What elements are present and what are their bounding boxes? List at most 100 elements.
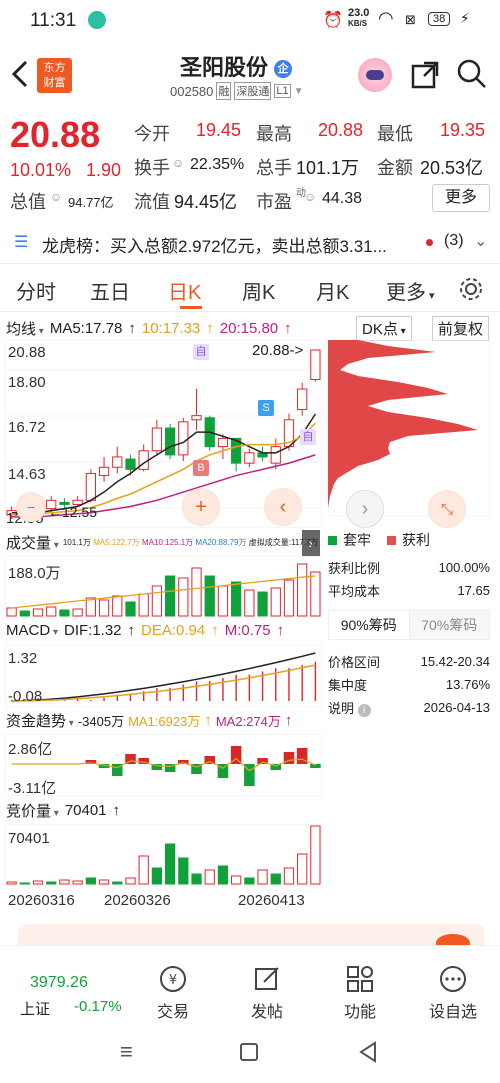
- battery-icon: 38: [428, 12, 451, 26]
- settings-gear-icon[interactable]: [458, 276, 484, 302]
- bid-bar: [59, 879, 70, 885]
- menu-icon[interactable]: ≡: [120, 1039, 133, 1065]
- chip-70-tab[interactable]: 70%筹码: [409, 611, 489, 639]
- promo-strip[interactable]: [18, 924, 484, 946]
- eastmoney-logo: 东方 财富: [37, 58, 72, 93]
- ma10-value: 10:17.33: [141, 320, 201, 337]
- candle: [85, 472, 96, 501]
- volume-bar: [32, 608, 44, 617]
- info-icon[interactable]: ☺: [50, 190, 62, 204]
- level-tag: L1: [274, 84, 291, 98]
- zoom-in-button[interactable]: +: [182, 488, 220, 526]
- low-value: 19.35: [440, 120, 486, 140]
- candle: [151, 427, 163, 452]
- bid-bar: [125, 877, 136, 885]
- self-select-badge[interactable]: 自: [300, 429, 316, 445]
- trade-button[interactable]: ¥ 交易: [138, 954, 208, 1022]
- volume-bar: [112, 595, 123, 617]
- macd-chart[interactable]: [5, 645, 322, 707]
- info-icon[interactable]: ☺: [304, 190, 316, 204]
- alert-dot: [426, 239, 433, 246]
- active-tab-indicator: [180, 306, 202, 309]
- dk-point-button[interactable]: DK点 ▾: [356, 316, 412, 341]
- tab-intraday[interactable]: 分时: [16, 276, 56, 305]
- scroll-left-button[interactable]: ‹: [264, 488, 302, 526]
- index-name[interactable]: 上证: [20, 998, 50, 1019]
- bid-bar: [32, 880, 44, 885]
- home-icon[interactable]: [240, 1043, 258, 1061]
- volume-bar: [85, 597, 96, 617]
- volume-selector[interactable]: 成交量 ▾: [6, 532, 59, 553]
- fund-y-min: -3.11亿: [8, 780, 57, 797]
- expand-icon[interactable]: ⤡: [428, 490, 466, 528]
- tab-five-day[interactable]: 五日: [90, 276, 130, 305]
- zoom-out-button[interactable]: −: [16, 492, 46, 522]
- volume-bar: [257, 591, 268, 617]
- float-label: 流值: [134, 192, 170, 212]
- chevron-down-icon[interactable]: ▼: [294, 86, 304, 97]
- bid-bar: [19, 882, 30, 885]
- avg-cost-value: 17.65: [457, 583, 490, 598]
- fund-y-max: 2.86亿: [8, 741, 53, 758]
- back-arrow-icon[interactable]: [8, 58, 32, 90]
- ai-assistant-avatar[interactable]: [358, 58, 392, 92]
- svg-text:¥: ¥: [169, 973, 177, 988]
- mute-icon: ⊠: [405, 12, 416, 27]
- dragon-tiger-banner[interactable]: ☰ 龙虎榜：买入总额2.972亿元，卖出总额3.31... (3) ⌄: [0, 222, 500, 264]
- volume-bar: [217, 585, 229, 617]
- chevron-down-icon[interactable]: ⌄: [474, 231, 487, 251]
- tab-more[interactable]: 更多 ▾: [386, 276, 435, 305]
- functions-button[interactable]: 功能: [325, 954, 395, 1022]
- enterprise-badge: 企: [274, 60, 293, 79]
- chip-profile: [328, 340, 478, 516]
- info-icon[interactable]: i: [357, 704, 371, 717]
- chip-90-tab[interactable]: 90%筹码: [329, 611, 410, 639]
- tab-monthly-k[interactable]: 月K: [316, 276, 349, 305]
- x-axis-date: 20260326: [104, 892, 171, 909]
- ma5-value: MA5:17.78: [49, 320, 123, 337]
- bid-volume-chart[interactable]: [5, 824, 322, 886]
- fund-value: -3405万: [77, 714, 125, 729]
- bid-bar: [98, 879, 110, 885]
- stock-code: 002580: [170, 83, 214, 99]
- back-icon[interactable]: [358, 1041, 378, 1063]
- bid-bar: [217, 865, 229, 885]
- search-icon[interactable]: [456, 58, 488, 90]
- sell-signal-badge[interactable]: S: [258, 400, 274, 416]
- candle: [125, 458, 136, 470]
- volume-bar: [125, 601, 136, 617]
- chip-next-button[interactable]: ›: [346, 490, 384, 528]
- dragon-tiger-text: 龙虎榜：买入总额2.972亿元，卖出总额3.31...: [42, 237, 387, 256]
- note-label: 说明 i: [328, 698, 371, 717]
- candle: [112, 456, 123, 468]
- y-axis-label: 14.63: [8, 466, 46, 483]
- volume-bar: [46, 606, 57, 617]
- adjust-button[interactable]: 前复权: [432, 316, 490, 341]
- price-range-value: 15.42-20.34: [420, 654, 490, 669]
- more-quote-button[interactable]: 更多: [432, 184, 490, 212]
- share-icon[interactable]: [410, 60, 440, 90]
- chip-distribution-chart: [328, 340, 490, 516]
- ma-selector[interactable]: 均线 ▾: [6, 318, 44, 339]
- self-select-badge[interactable]: 自: [193, 344, 209, 360]
- fund-ma1-line: [11, 757, 316, 772]
- index-value[interactable]: 3979.26: [30, 974, 88, 992]
- tab-weekly-k[interactable]: 周K: [242, 276, 275, 305]
- bid-selector[interactable]: 竞价量 ▾: [6, 800, 59, 821]
- watchlist-button[interactable]: 设自选: [418, 954, 488, 1022]
- concentration-value: 13.76%: [445, 677, 490, 692]
- bid-bar: [191, 873, 202, 885]
- buy-signal-badge[interactable]: B: [193, 460, 209, 476]
- network-speed: 23.0 KB/S: [348, 7, 370, 29]
- post-button[interactable]: 发帖: [232, 954, 302, 1022]
- info-icon[interactable]: ☺: [172, 156, 184, 170]
- amount-label: 金额: [377, 158, 413, 178]
- tab-daily-k[interactable]: 日K: [168, 276, 201, 305]
- macd-dif: DIF:1.32: [63, 622, 122, 639]
- macd-selector[interactable]: MACD ▾: [6, 622, 58, 639]
- list-icon: ☰: [14, 234, 29, 251]
- fund-ma2: MA2:274万: [215, 714, 281, 729]
- fund-selector[interactable]: 资金趋势 ▾: [6, 710, 74, 731]
- high-label: 最高: [256, 124, 292, 144]
- profit-ratio-label: 获利比例: [328, 561, 381, 576]
